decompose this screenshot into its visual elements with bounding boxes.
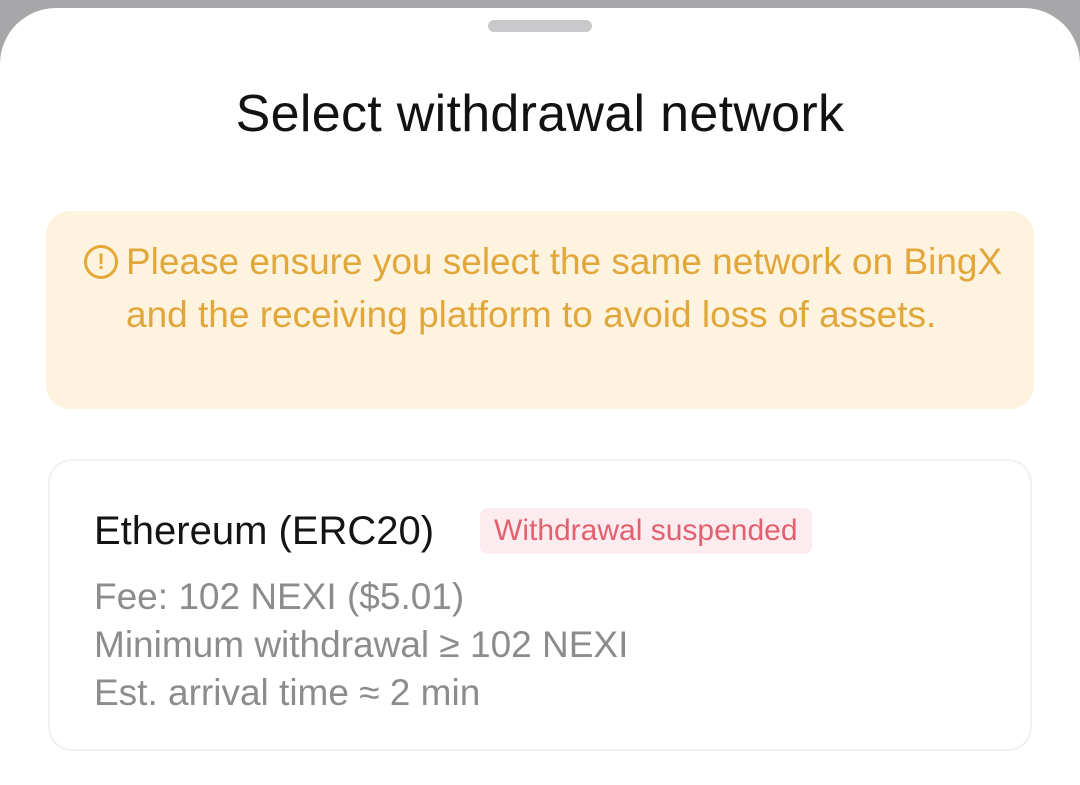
status-badge: Withdrawal suspended [480,508,812,554]
network-option-ethereum[interactable]: Ethereum (ERC20) Withdrawal suspended Fe… [48,459,1032,751]
network-name: Ethereum (ERC20) [94,509,435,553]
network-fee: Fee: 102 NEXI ($5.01) [94,576,465,617]
warning-notice-text: Please ensure you select the same networ… [126,241,1003,335]
minimum-withdrawal: Minimum withdrawal ≥ 102 NEXI [94,624,629,665]
warning-notice: ! Please ensure you select the same netw… [46,211,1034,409]
drag-handle[interactable] [488,20,592,32]
sheet-title: Select withdrawal network [235,85,845,143]
bottom-sheet: Select withdrawal network ! Please ensur… [0,8,1080,785]
estimated-arrival: Est. arrival time ≈ 2 min [94,672,481,713]
exclamation-circle-icon: ! [84,245,118,279]
